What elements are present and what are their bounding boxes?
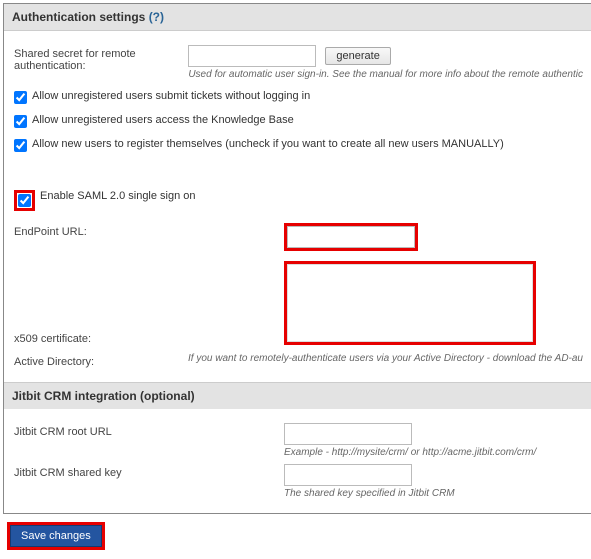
- crm-root-row: Jitbit CRM root URL Example - http://mys…: [14, 423, 583, 458]
- crm-key-label: Jitbit CRM shared key: [14, 464, 284, 479]
- saml-highlight: [14, 190, 35, 211]
- save-highlight: Save changes: [7, 522, 105, 550]
- endpoint-input[interactable]: [287, 226, 415, 248]
- allow-new-users-row: Allow new users to register themselves (…: [14, 138, 583, 152]
- allow-unreg-kb-label: Allow unregistered users access the Know…: [32, 114, 294, 126]
- allow-new-users-label: Allow new users to register themselves (…: [32, 138, 504, 150]
- crm-section-header: Jitbit CRM integration (optional): [4, 382, 591, 409]
- x509-input[interactable]: [287, 264, 533, 342]
- enable-saml-checkbox[interactable]: [18, 194, 31, 207]
- x509-highlight: [284, 261, 536, 345]
- allow-unreg-tickets-row: Allow unregistered users submit tickets …: [14, 90, 583, 104]
- shared-secret-hint: Used for automatic user sign-in. See the…: [188, 69, 583, 80]
- save-button[interactable]: Save changes: [10, 525, 102, 547]
- active-directory-label: Active Directory:: [14, 353, 188, 368]
- allow-unreg-kb-row: Allow unregistered users access the Know…: [14, 114, 583, 128]
- allow-unreg-kb-checkbox[interactable]: [14, 115, 27, 128]
- allow-new-users-checkbox[interactable]: [14, 139, 27, 152]
- auth-section-body: Shared secret for remote authentication:…: [4, 31, 591, 382]
- endpoint-label: EndPoint URL:: [14, 223, 284, 238]
- allow-unreg-tickets-label: Allow unregistered users submit tickets …: [32, 90, 310, 102]
- auth-title: Authentication settings: [12, 10, 145, 24]
- active-directory-hint: If you want to remotely-authenticate use…: [188, 353, 583, 364]
- crm-section-body: Jitbit CRM root URL Example - http://mys…: [4, 409, 591, 513]
- enable-saml-row: Enable SAML 2.0 single sign on: [14, 190, 583, 211]
- allow-unreg-tickets-checkbox[interactable]: [14, 91, 27, 104]
- crm-key-row: Jitbit CRM shared key The shared key spe…: [14, 464, 583, 499]
- crm-root-hint: Example - http://mysite/crm/ or http://a…: [284, 447, 583, 458]
- crm-key-input[interactable]: [284, 464, 412, 486]
- crm-root-input[interactable]: [284, 423, 412, 445]
- shared-secret-label: Shared secret for remote authentication:: [14, 45, 188, 72]
- settings-panel: Authentication settings (?) Shared secre…: [3, 3, 591, 514]
- crm-root-label: Jitbit CRM root URL: [14, 423, 284, 438]
- endpoint-row: EndPoint URL:: [14, 223, 583, 251]
- crm-key-hint: The shared key specified in Jitbit CRM: [284, 488, 583, 499]
- generate-button[interactable]: generate: [325, 47, 390, 65]
- shared-secret-input[interactable]: [188, 45, 316, 67]
- active-directory-row: Active Directory: If you want to remotel…: [14, 353, 583, 368]
- x509-row: x509 certificate:: [14, 261, 583, 345]
- shared-secret-row: Shared secret for remote authentication:…: [14, 45, 583, 80]
- enable-saml-label: Enable SAML 2.0 single sign on: [40, 190, 196, 202]
- endpoint-highlight: [284, 223, 418, 251]
- crm-title: Jitbit CRM integration (optional): [12, 389, 195, 403]
- auth-section-header: Authentication settings (?): [4, 4, 591, 31]
- x509-label: x509 certificate:: [14, 330, 284, 345]
- help-icon[interactable]: (?): [149, 10, 164, 24]
